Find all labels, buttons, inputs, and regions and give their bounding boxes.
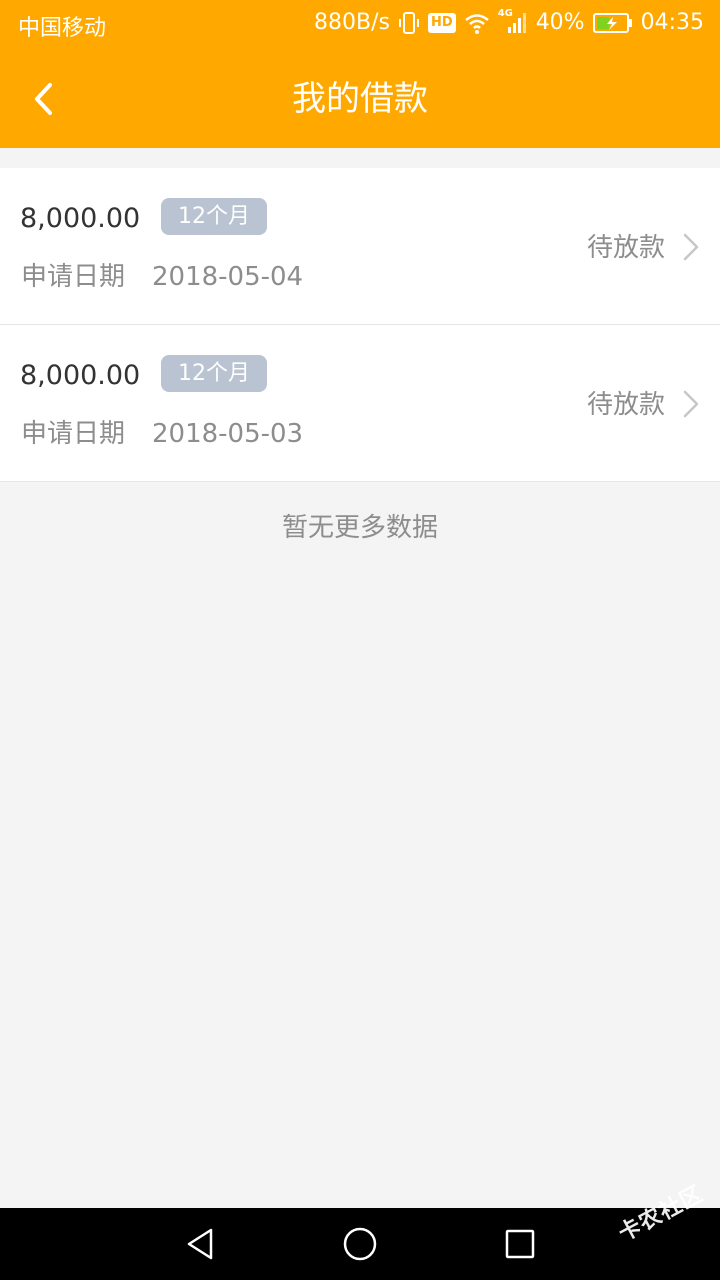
- apply-date-value: 2018-05-03: [152, 419, 304, 449]
- loan-status: 待放款: [586, 233, 665, 263]
- battery-charging-icon: [592, 12, 633, 34]
- circle-home-icon: [343, 1227, 377, 1261]
- status-indicators: 880B/s HD 4G 40% 04:35: [314, 8, 704, 36]
- square-recents-icon: [505, 1229, 535, 1259]
- app-header: 中国移动 880B/s HD 4G 40% 04:35 我的借款: [0, 0, 720, 148]
- loan-list: 8,000.00 12个月 申请日期 2018-05-04 待放款 8,000.…: [0, 168, 720, 482]
- apply-date-label: 申请日期: [21, 419, 126, 449]
- system-home-button[interactable]: [342, 1226, 378, 1262]
- no-more-data-text: 暂无更多数据: [281, 513, 438, 543]
- loan-amount: 8,000.00: [20, 360, 141, 391]
- network-speed: 880B/s: [314, 10, 391, 35]
- vibrate-icon: [398, 11, 420, 35]
- chevron-right-icon: [683, 390, 699, 418]
- loan-status: 待放款: [586, 390, 665, 420]
- navigation-bar: 我的借款: [0, 50, 720, 148]
- apply-date-value: 2018-05-04: [152, 262, 304, 292]
- battery-percent: 40%: [535, 10, 585, 35]
- page-title: 我的借款: [292, 79, 428, 119]
- carrier-name: 中国移动: [18, 16, 107, 41]
- hd-icon: HD: [428, 12, 456, 33]
- loan-item[interactable]: 8,000.00 12个月 申请日期 2018-05-04 待放款: [0, 168, 720, 325]
- loan-item[interactable]: 8,000.00 12个月 申请日期 2018-05-03 待放款: [0, 325, 720, 482]
- loan-amount: 8,000.00: [20, 203, 141, 234]
- wifi-icon: [464, 12, 490, 34]
- status-bar: 中国移动 880B/s HD 4G 40% 04:35: [0, 0, 720, 50]
- chevron-right-icon: [683, 233, 699, 261]
- system-back-button[interactable]: [182, 1226, 218, 1262]
- apply-date-label: 申请日期: [21, 262, 126, 292]
- triangle-back-icon: [187, 1228, 213, 1260]
- term-badge: 12个月: [161, 355, 267, 392]
- clock: 04:35: [640, 10, 704, 35]
- term-badge: 12个月: [161, 198, 267, 235]
- cellular-signal-icon: 4G: [498, 8, 528, 35]
- system-recents-button[interactable]: [502, 1226, 538, 1262]
